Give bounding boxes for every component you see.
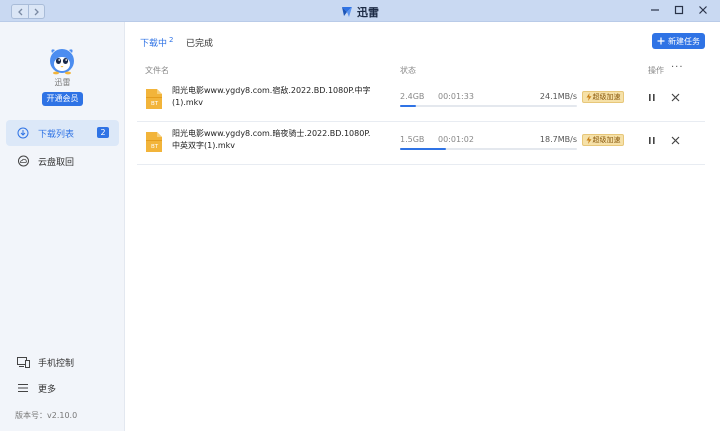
tab-completed[interactable]: 已完成 — [186, 36, 213, 49]
bt-file-icon: BT — [146, 89, 162, 109]
sidebar-item-mobile-control[interactable]: 手机控制 — [6, 349, 119, 375]
file-tag: BT — [151, 101, 159, 107]
column-header-status: 状态 — [400, 66, 416, 75]
vip-button[interactable]: 开通会员 — [42, 92, 83, 106]
sidebar-item-label: 下载列表 — [38, 129, 75, 140]
super-accel-button[interactable]: 超级加速 — [582, 91, 624, 103]
sidebar-item-label: 手机控制 — [38, 358, 75, 369]
close-icon — [699, 6, 707, 14]
tab-label: 已完成 — [186, 39, 214, 49]
column-header-name: 文件名 — [145, 66, 169, 75]
download-speed: 18.7MB/s — [539, 135, 577, 144]
app-logo-icon — [342, 7, 352, 17]
username: 迅雷 — [54, 78, 71, 87]
title-bar: 迅雷 — [0, 0, 720, 22]
column-header-action: 操作 — [648, 66, 664, 75]
main-panel: 下载中 2 已完成 新建任务 文件名 状态 操作 ··· BT 阳光电影www.y… — [125, 22, 720, 431]
close-icon[interactable] — [670, 135, 681, 146]
minimize-icon — [651, 9, 659, 11]
menu-icon — [16, 381, 30, 395]
progress-track — [400, 148, 577, 150]
new-task-button[interactable]: 新建任务 — [652, 33, 705, 49]
sidebar-item-label: 云盘取回 — [38, 157, 75, 168]
tab-count: 2 — [169, 36, 174, 44]
file-name: 阳光电影www.ygdy8.com.宿敌.2022.BD.1080P.中字(1)… — [172, 86, 371, 107]
more-options-icon[interactable]: ··· — [671, 62, 684, 73]
sidebar: 迅雷 开通会员 下载列表 2 云盘取回 手机控制 更多 版本号：v2.10.0 — [0, 22, 125, 431]
avatar[interactable] — [46, 45, 78, 75]
download-row[interactable]: BT 阳光电影www.ygdy8.com.暗夜骑士.2022.BD.1080P.… — [137, 122, 705, 165]
elapsed-time: 00:01:33 — [438, 92, 474, 101]
download-row[interactable]: BT 阳光电影www.ygdy8.com.宿敌.2022.BD.1080P.中字… — [137, 79, 705, 122]
sidebar-item-label: 更多 — [38, 384, 57, 395]
window-controls — [648, 3, 710, 17]
new-task-label: 新建任务 — [668, 36, 700, 46]
progress-fill — [400, 105, 416, 107]
sidebar-item-more[interactable]: 更多 — [6, 375, 119, 401]
pause-icon[interactable] — [647, 92, 657, 103]
accel-label: 超级加速 — [592, 93, 621, 101]
pause-icon[interactable] — [647, 135, 657, 146]
download-circle-icon — [16, 126, 30, 140]
version-label: 版本号：v2.10.0 — [15, 411, 78, 420]
sidebar-item-cloud[interactable]: 云盘取回 — [6, 148, 119, 174]
progress-fill — [400, 148, 447, 150]
file-tag: BT — [151, 144, 159, 150]
file-size: 2.4GB — [400, 92, 425, 101]
accel-label: 超级加速 — [592, 136, 621, 144]
maximize-icon — [674, 5, 684, 15]
close-window-button[interactable] — [696, 3, 710, 17]
file-size: 1.5GB — [400, 135, 425, 144]
lightning-icon — [586, 136, 591, 144]
close-icon[interactable] — [670, 92, 681, 103]
app-title-text: 迅雷 — [357, 6, 379, 19]
elapsed-time: 00:01:02 — [438, 135, 474, 144]
file-name: 阳光电影www.ygdy8.com.暗夜骑士.2022.BD.1080P.中英双… — [172, 129, 371, 150]
tab-label: 下载中 — [140, 39, 168, 49]
cloud-icon — [16, 154, 30, 168]
app-title: 迅雷 — [0, 4, 720, 20]
bt-file-icon: BT — [146, 132, 162, 152]
progress-track — [400, 105, 577, 107]
sidebar-item-downloads[interactable]: 下载列表 2 — [6, 120, 119, 146]
download-count-badge: 2 — [97, 127, 109, 138]
tab-downloading[interactable]: 下载中 2 — [140, 36, 173, 49]
download-speed: 24.1MB/s — [539, 92, 577, 101]
minimize-button[interactable] — [648, 3, 662, 17]
maximize-button[interactable] — [672, 3, 686, 17]
lightning-icon — [586, 93, 591, 101]
plus-icon — [657, 37, 665, 45]
super-accel-button[interactable]: 超级加速 — [582, 134, 624, 146]
device-icon — [16, 355, 30, 369]
